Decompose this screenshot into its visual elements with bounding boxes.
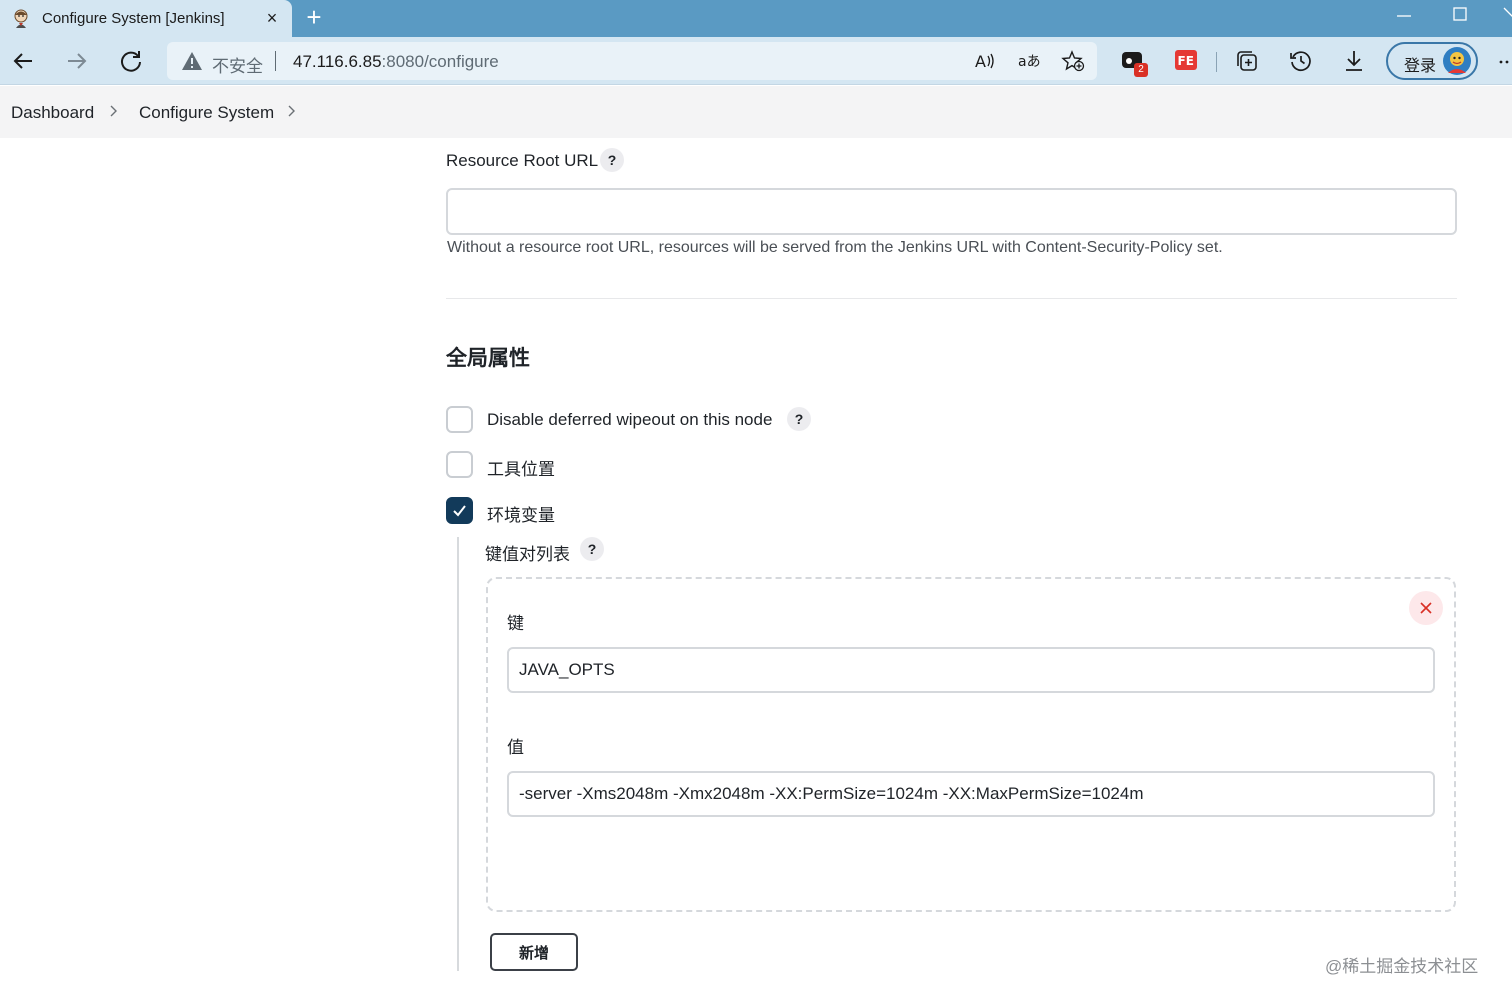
login-label: 登录 xyxy=(1404,58,1437,75)
key-input[interactable] xyxy=(507,647,1435,693)
add-button[interactable]: 新增 xyxy=(490,933,578,971)
section-divider xyxy=(446,298,1457,299)
address-bar[interactable]: 不安全 47.116.6.85:8080/configure A aあ xyxy=(167,42,1097,80)
url-text[interactable]: 47.116.6.85:8080/configure xyxy=(293,52,499,72)
checkmark-icon xyxy=(453,505,466,517)
resource-root-url-title: Resource Root URL xyxy=(446,151,599,170)
key-label: 键 xyxy=(507,614,524,633)
browser-tab-active[interactable]: Configure System [Jenkins] × xyxy=(0,0,292,37)
history-icon[interactable] xyxy=(1288,48,1314,74)
disable-deferred-wipeout-checkbox[interactable] xyxy=(446,406,473,433)
tab-close-icon[interactable]: × xyxy=(262,8,282,28)
resource-root-description: Without a resource root URL, resources w… xyxy=(447,239,1223,256)
back-icon[interactable] xyxy=(10,48,36,74)
read-aloud-icon[interactable]: A xyxy=(973,50,997,72)
breadcrumb-item-configure-system[interactable]: Configure System xyxy=(139,103,274,123)
key-value-list-label: 键值对列表 xyxy=(485,545,570,564)
breadcrumb: Dashboard Configure System xyxy=(0,86,1512,138)
tool-location-checkbox[interactable] xyxy=(446,451,473,478)
extension-badge: 2 xyxy=(1134,63,1148,77)
global-properties-heading: 全局属性 xyxy=(446,347,530,370)
value-label: 值 xyxy=(507,738,524,757)
favorites-icon[interactable] xyxy=(1061,50,1085,72)
value-input[interactable] xyxy=(507,771,1435,817)
chevron-right-icon[interactable] xyxy=(286,103,298,119)
not-secure-label[interactable]: 不安全 xyxy=(212,52,263,77)
disable-deferred-wipeout-label[interactable]: Disable deferred wipeout on this node xyxy=(487,410,772,430)
toolbar-divider xyxy=(1216,52,1217,72)
tab-title: Configure System [Jenkins] xyxy=(42,10,225,27)
refresh-icon[interactable] xyxy=(118,48,144,74)
resource-root-url-input[interactable] xyxy=(446,188,1457,235)
avatar xyxy=(1443,47,1471,75)
download-icon[interactable] xyxy=(1342,48,1368,74)
svg-text:A: A xyxy=(975,52,986,71)
nested-section-rule xyxy=(457,537,459,971)
watermark: @稀土掘金技术社区 xyxy=(1325,957,1479,976)
breadcrumb-item-dashboard[interactable]: Dashboard xyxy=(11,103,94,123)
browser-toolbar: 不安全 47.116.6.85:8080/configure A aあ FE xyxy=(0,37,1512,85)
window-close-icon[interactable] xyxy=(1500,5,1512,23)
env-var-entry xyxy=(486,577,1456,912)
environment-variables-label[interactable]: 环境变量 xyxy=(487,501,555,526)
key-value-list-help-icon[interactable]: ? xyxy=(580,537,604,561)
close-icon xyxy=(1420,602,1432,614)
address-divider xyxy=(275,51,276,71)
jenkins-icon xyxy=(14,9,28,28)
forward-icon[interactable] xyxy=(64,48,90,74)
url-host: 47.116.6.85 xyxy=(293,52,382,71)
url-path: :8080/configure xyxy=(381,52,499,71)
chevron-right-icon xyxy=(110,105,117,117)
login-button[interactable]: 登录 xyxy=(1386,42,1478,80)
svg-text:FE: FE xyxy=(1178,54,1194,68)
browser-tab-strip: Configure System [Jenkins] × + xyxy=(0,0,1512,37)
delete-entry-button[interactable] xyxy=(1409,591,1443,625)
warning-icon xyxy=(182,52,202,70)
minimize-icon[interactable] xyxy=(1394,8,1414,24)
resource-root-help-icon[interactable]: ? xyxy=(600,148,624,172)
environment-variables-checkbox[interactable] xyxy=(446,497,473,524)
new-tab-button[interactable]: + xyxy=(302,4,326,30)
fe-extension-icon[interactable]: FE xyxy=(1174,48,1200,74)
svg-text:aあ: aあ xyxy=(1018,54,1041,70)
collections-icon[interactable] xyxy=(1234,48,1260,74)
disable-deferred-wipeout-help-icon[interactable]: ? xyxy=(787,407,811,431)
translate-icon[interactable]: aあ xyxy=(1017,50,1041,72)
more-icon[interactable] xyxy=(1498,55,1512,69)
maximize-icon[interactable] xyxy=(1450,5,1470,23)
tool-location-label[interactable]: 工具位置 xyxy=(487,455,555,480)
